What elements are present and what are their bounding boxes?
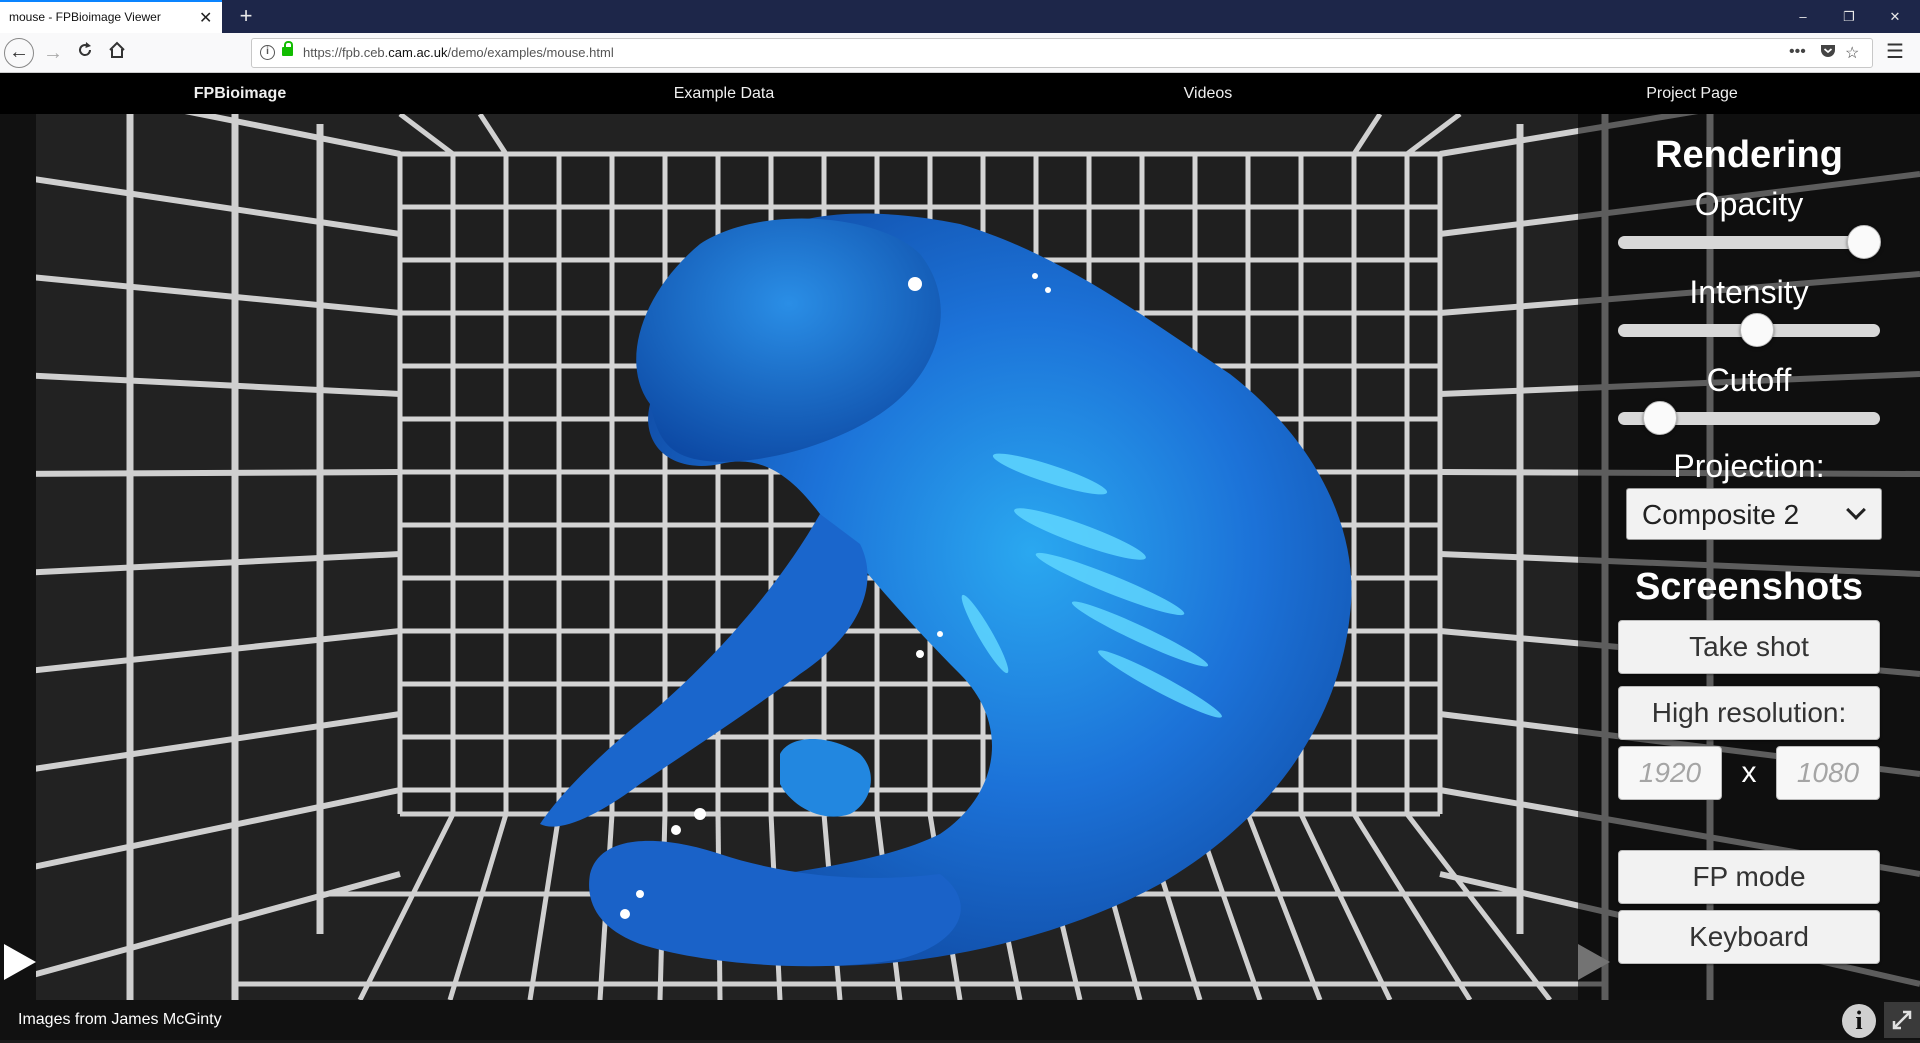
intensity-slider-thumb[interactable]	[1739, 313, 1774, 347]
fp-mode-button[interactable]: FP mode	[1618, 850, 1880, 904]
url-bar[interactable]: i https://fpb.ceb.cam.ac.uk/demo/example…	[251, 38, 1873, 68]
rendering-heading: Rendering	[1655, 134, 1843, 176]
info-icon[interactable]: i	[260, 45, 275, 60]
tab-close-icon[interactable]: ✕	[199, 8, 212, 28]
home-icon[interactable]	[102, 38, 132, 68]
projection-label: Projection:	[1673, 448, 1825, 484]
reload-icon[interactable]	[70, 38, 100, 68]
high-resolution-button[interactable]: High resolution:	[1618, 686, 1880, 740]
restore-button[interactable]: ❐	[1826, 0, 1872, 33]
pocket-icon[interactable]	[1820, 43, 1836, 64]
cutoff-slider-thumb[interactable]	[1642, 401, 1677, 435]
lock-icon	[282, 41, 293, 56]
projection-value: Composite 2	[1642, 499, 1800, 530]
play-left-icon[interactable]	[4, 944, 36, 980]
image-credit: Images from James McGinty	[18, 1011, 222, 1028]
fullscreen-icon[interactable]	[1884, 1002, 1920, 1038]
browser-tab[interactable]: mouse - FPBioimage Viewer ✕	[0, 0, 222, 33]
minimize-button[interactable]: –	[1780, 0, 1826, 33]
nav-project-page-link[interactable]: Project Page	[1572, 85, 1812, 103]
keyboard-button[interactable]: Keyboard	[1618, 910, 1880, 964]
projection-select[interactable]: Composite 2	[1626, 488, 1882, 540]
browser-toolbar: ← → i https://fpb.ceb.cam.ac.uk/demo/exa…	[0, 33, 1920, 73]
info-icon[interactable]: i	[1842, 1004, 1876, 1038]
opacity-slider[interactable]	[1618, 225, 1882, 259]
control-panel: Rendering Opacity Intensity Cutoff Proje…	[1578, 114, 1920, 1000]
url-text[interactable]: https://fpb.ceb.cam.ac.uk/demo/examples/…	[303, 45, 614, 60]
opacity-slider-thumb[interactable]	[1847, 225, 1882, 259]
bookmark-star-icon[interactable]: ☆	[1845, 43, 1859, 63]
times-label: x	[1741, 756, 1757, 789]
resolution-height-input[interactable]	[1776, 746, 1880, 800]
back-icon[interactable]: ←	[4, 38, 34, 68]
site-navigation: FPBioimage Example Data Videos Project P…	[0, 73, 1920, 114]
viewer-left-edge	[0, 114, 36, 1000]
hamburger-menu-icon[interactable]: ☰	[1886, 39, 1904, 64]
nav-videos-link[interactable]: Videos	[1088, 85, 1328, 103]
resolution-width-input[interactable]	[1618, 746, 1722, 800]
nav-example-data-link[interactable]: Example Data	[604, 85, 844, 103]
tab-title: mouse - FPBioimage Viewer	[9, 10, 161, 24]
take-shot-button[interactable]: Take shot	[1618, 620, 1880, 674]
viewer-footer: Images from James McGinty i	[0, 1000, 1920, 1040]
screenshots-heading: Screenshots	[1634, 566, 1864, 608]
chevron-down-icon	[1846, 500, 1866, 520]
forward-icon[interactable]: →	[38, 38, 68, 68]
intensity-label: Intensity	[1689, 274, 1809, 310]
intensity-slider[interactable]	[1618, 313, 1880, 347]
cutoff-label: Cutoff	[1706, 362, 1792, 398]
more-icon[interactable]: •••	[1789, 43, 1806, 61]
nav-brand-link[interactable]: FPBioimage	[120, 85, 360, 103]
browser-tab-strip: mouse - FPBioimage Viewer ✕ + – ❐ ✕	[0, 0, 1920, 33]
close-window-button[interactable]: ✕	[1872, 0, 1918, 33]
cutoff-slider[interactable]	[1618, 401, 1880, 435]
new-tab-button[interactable]: +	[232, 2, 260, 30]
opacity-label: Opacity	[1694, 186, 1804, 222]
